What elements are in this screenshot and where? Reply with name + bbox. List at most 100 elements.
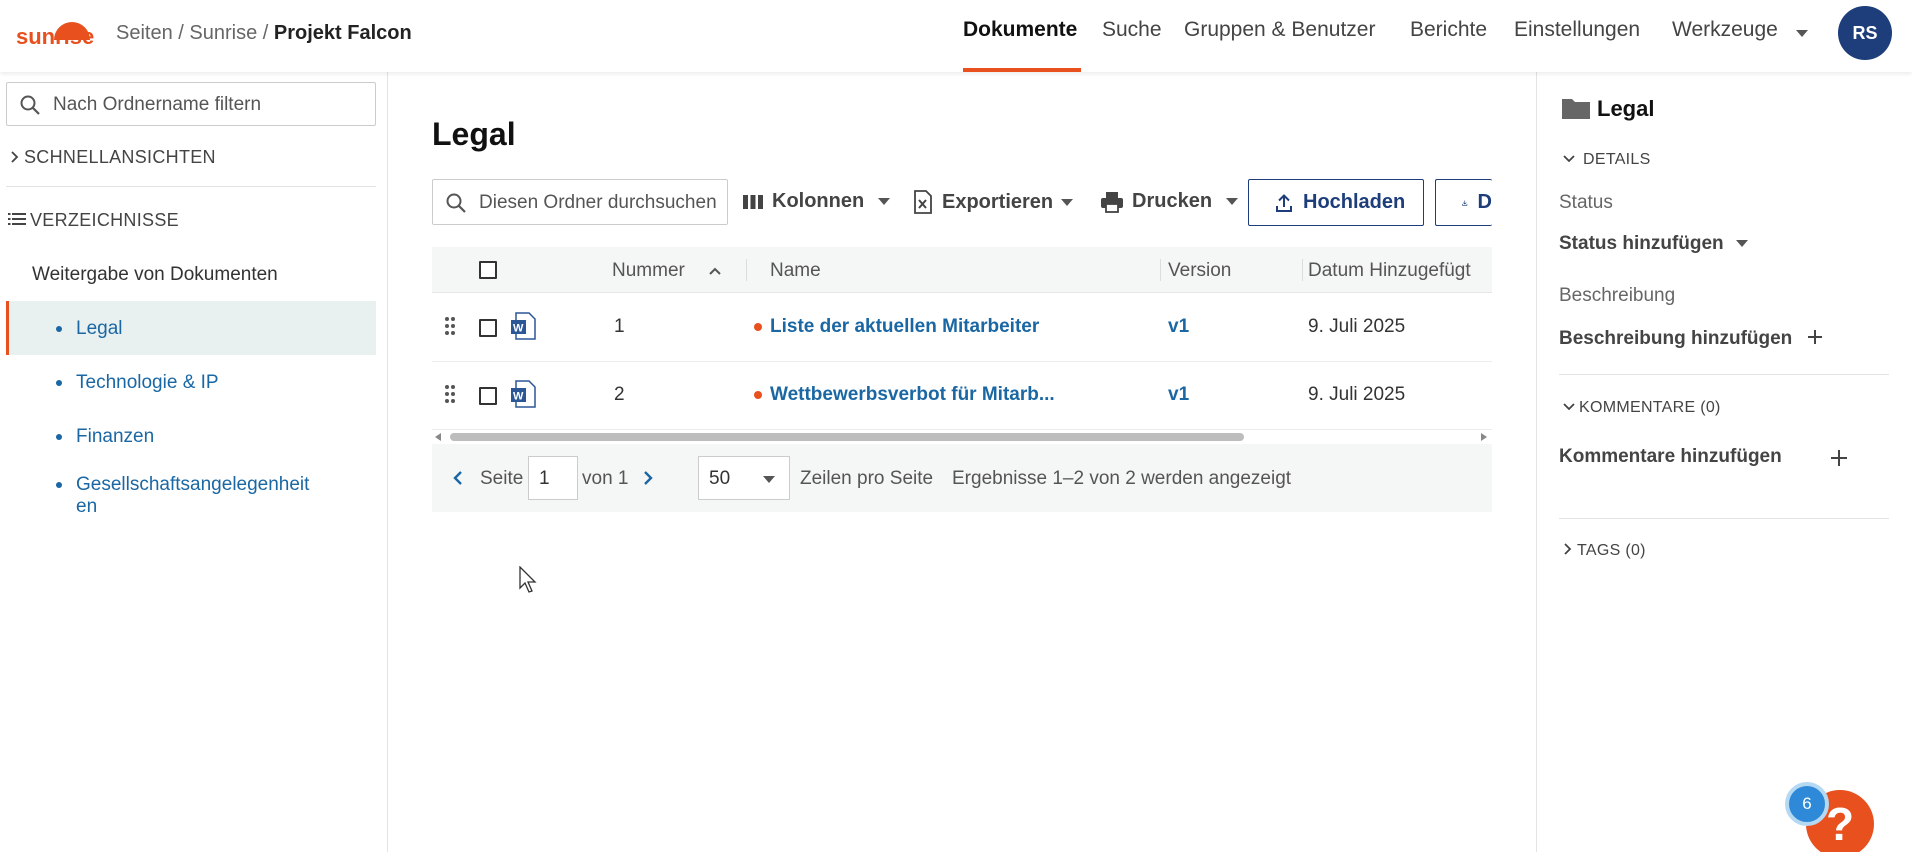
export-button[interactable]: Exportieren — [912, 190, 1074, 214]
add-comment-label: Kommentare hinzufügen — [1559, 446, 1782, 467]
nav-dokumente[interactable]: Dokumente — [963, 0, 1081, 72]
results-summary: Ergebnisse 1–2 von 2 werden angezeigt — [952, 468, 1292, 489]
drag-handle-icon[interactable] — [444, 384, 456, 404]
sidebar-item-legal[interactable]: Legal — [56, 318, 123, 340]
date-added: 9. Juli 2025 — [1308, 316, 1406, 337]
table-row[interactable]: W 1 Liste der aktuellen Mitarbeiter v1 9… — [432, 294, 1492, 362]
drag-handle-icon[interactable] — [444, 316, 456, 336]
chevron-down-icon — [1226, 198, 1239, 205]
list-icon — [8, 213, 26, 225]
sidebar-item-finanzen[interactable]: Finanzen — [56, 426, 154, 448]
scrollbar-thumb[interactable] — [450, 433, 1244, 441]
pagination-bar: Seite 1 von 1 50 Zeilen pro Seite Ergebn… — [432, 444, 1492, 512]
scroll-right-icon[interactable] — [1480, 433, 1488, 441]
logo-text: sunrise — [16, 24, 94, 49]
details-divider — [1559, 374, 1889, 375]
nav-label: Gruppen & Benutzer — [1184, 18, 1376, 41]
sidebar-item-label: Technologie & IP — [76, 372, 219, 393]
column-separator — [746, 259, 747, 281]
document-name: Wettbewerbsverbot für Mitarb... — [770, 384, 1055, 405]
document-name-link[interactable]: Wettbewerbsverbot für Mitarb... — [754, 384, 1055, 406]
details-panel: Legal DETAILS Status Status hinzufügen B… — [1536, 72, 1912, 852]
comments-section-label: KOMMENTARE (0) — [1579, 399, 1721, 416]
details-section-toggle[interactable]: DETAILS — [1563, 151, 1651, 169]
column-header-date-added[interactable]: Datum Hinzugefügt — [1308, 260, 1471, 282]
sidebar-item-gesellschaft[interactable]: Gesellschaftsangelegenheit en — [56, 474, 309, 518]
columns-label: Kolonnen — [772, 190, 865, 212]
chevron-right-icon — [1564, 543, 1572, 555]
folder-sidebar: Nach Ordnername filtern SCHNELLANSICHTEN… — [0, 72, 388, 852]
folder-search-input[interactable]: Diesen Ordner durchsuchen — [432, 179, 728, 225]
chevron-right-icon — [11, 151, 19, 163]
next-page-icon[interactable] — [642, 470, 654, 486]
rows-per-page-value: 50 — [709, 468, 731, 489]
row-number: 2 — [614, 384, 625, 405]
bullet — [56, 325, 62, 332]
add-description-label: Beschreibung hinzufügen — [1559, 328, 1793, 349]
document-name: Liste der aktuellen Mitarbeiter — [770, 316, 1040, 337]
status-label: Status — [1559, 192, 1613, 213]
chevron-down-icon — [1735, 240, 1748, 248]
active-tab-indicator — [963, 68, 1081, 72]
breadcrumb-seiten[interactable]: Seiten — [116, 22, 173, 44]
horizontal-scrollbar[interactable] — [432, 430, 1492, 444]
top-header: sunrise Seiten / Sunrise / Projekt Falco… — [0, 0, 1912, 72]
word-doc-icon[interactable]: W — [510, 312, 536, 340]
version-link[interactable]: v1 — [1168, 384, 1189, 406]
column-header-name[interactable]: Name — [770, 260, 821, 282]
select-all-checkbox[interactable] — [479, 261, 497, 279]
tags-section-toggle[interactable]: TAGS (0) — [1563, 542, 1646, 560]
add-status-dropdown[interactable]: Status hinzufügen — [1559, 233, 1748, 255]
previous-page-icon[interactable] — [452, 470, 464, 486]
download-button[interactable]: D — [1435, 179, 1492, 226]
quick-views-toggle[interactable]: SCHNELLANSICHTEN — [10, 147, 216, 168]
document-name-link[interactable]: Liste der aktuellen Mitarbeiter — [754, 316, 1039, 338]
page-number-input[interactable]: 1 — [528, 456, 578, 500]
details-title: Legal — [1597, 96, 1655, 121]
sort-ascending-icon[interactable] — [708, 266, 722, 276]
columns-button[interactable]: Kolonnen — [742, 190, 891, 213]
svg-text:W: W — [513, 391, 524, 403]
page-label: Seite — [480, 468, 524, 489]
header-label: Nummer — [612, 260, 685, 281]
print-button[interactable]: Drucken — [1100, 190, 1239, 213]
plus-icon[interactable] — [1829, 448, 1849, 468]
directories-toggle[interactable]: VERZEICHNISSE — [8, 210, 179, 231]
scroll-left-icon[interactable] — [434, 433, 442, 441]
nav-werkzeuge[interactable]: Werkzeuge — [1672, 0, 1812, 72]
table-row[interactable]: W 2 Wettbewerbsverbot für Mitarb... v1 9… — [432, 362, 1492, 430]
rows-per-page-select[interactable]: 50 — [698, 456, 790, 500]
plus-icon — [1807, 330, 1822, 344]
upload-button[interactable]: Hochladen — [1248, 179, 1424, 226]
add-description-button[interactable]: Beschreibung hinzufügen — [1559, 328, 1824, 350]
nav-label: Dokumente — [963, 18, 1078, 41]
row-checkbox[interactable] — [479, 319, 497, 337]
notification-badge[interactable]: 6 — [1785, 782, 1829, 826]
search-placeholder: Diesen Ordner durchsuchen — [479, 192, 717, 213]
unread-dot — [754, 390, 762, 399]
sidebar-item-technologie-ip[interactable]: Technologie & IP — [56, 372, 219, 394]
date-added: 9. Juli 2025 — [1308, 384, 1406, 405]
print-label: Drucken — [1132, 190, 1213, 212]
column-header-version[interactable]: Version — [1168, 260, 1231, 282]
chevron-down-icon — [878, 198, 891, 205]
upload-icon — [1276, 193, 1292, 212]
column-separator — [1302, 259, 1303, 281]
comments-section-toggle[interactable]: KOMMENTARE (0) — [1563, 399, 1721, 417]
download-icon — [1462, 200, 1468, 206]
breadcrumb-sep: / — [172, 22, 190, 44]
row-number: 1 — [614, 316, 625, 337]
sidebar-divider — [6, 186, 376, 187]
version-link[interactable]: v1 — [1168, 316, 1189, 338]
user-avatar[interactable]: RS — [1838, 6, 1892, 60]
breadcrumb-sunrise[interactable]: Sunrise — [189, 22, 257, 44]
column-header-nummer[interactable]: Nummer — [612, 260, 722, 282]
folder-filter-input[interactable]: Nach Ordnername filtern — [6, 82, 376, 126]
row-checkbox[interactable] — [479, 387, 497, 405]
sidebar-group-weitergabe[interactable]: Weitergabe von Dokumenten — [32, 264, 278, 286]
svg-text:W: W — [513, 323, 524, 335]
word-doc-icon[interactable]: W — [510, 380, 536, 408]
directories-label: VERZEICHNISSE — [30, 210, 179, 230]
sunrise-logo[interactable]: sunrise — [14, 12, 106, 54]
bullet — [56, 379, 62, 386]
